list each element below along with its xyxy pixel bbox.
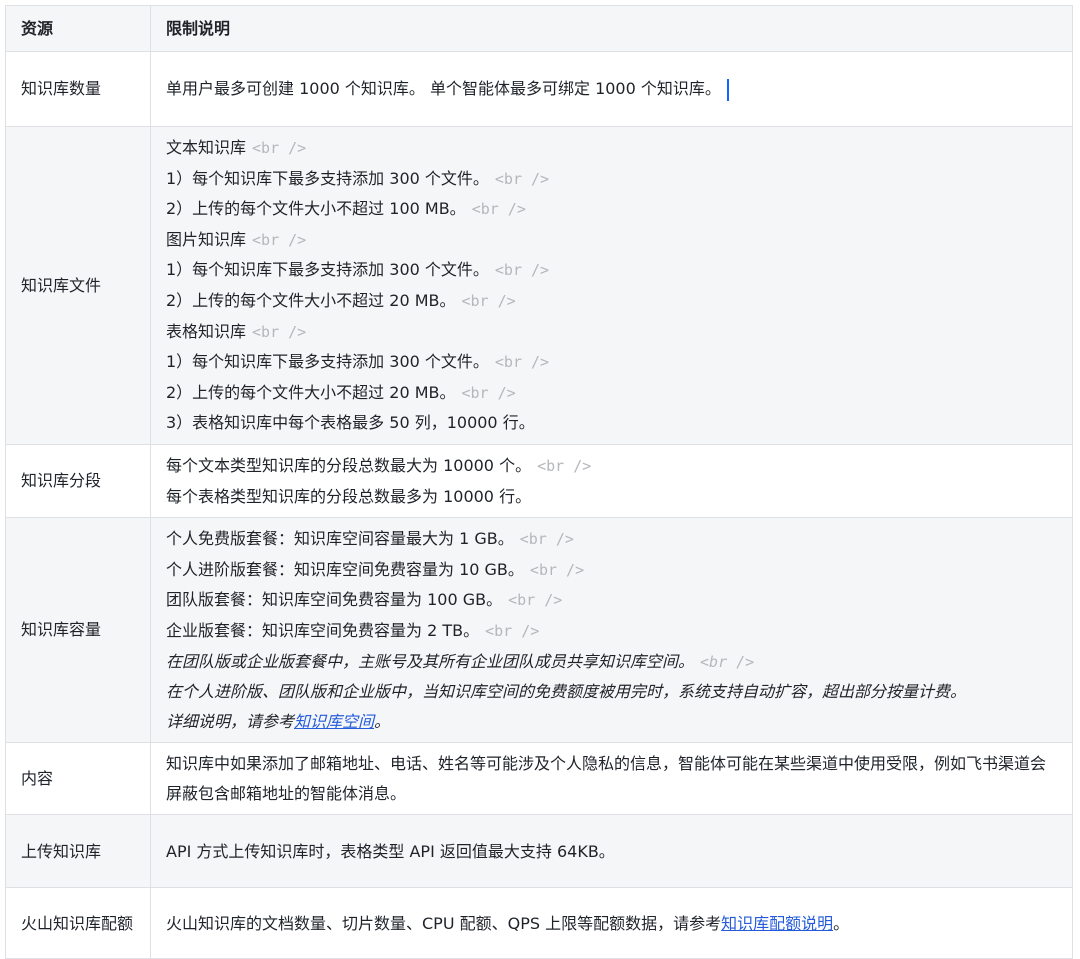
header-resource: 资源 [5,5,151,52]
br-tag: <br /> [471,200,526,219]
limit-description: 每个文本类型知识库的分段总数最大为 10000 个。 <br /> 每个表格类型知… [150,443,1073,519]
description-line: 团队版套餐：知识库空间免费容量为 100 GB。 [166,590,503,610]
description-line: 1）每个知识库下最多支持添加 300 个文件。 [166,260,489,280]
limit-description: 文本知识库 <br /> 1）每个知识库下最多支持添加 300 个文件。 <br /… [150,126,1073,445]
header-limit-description: 限制说明 [150,5,1073,52]
quota-description-link[interactable]: 知识库配额说明 [721,914,833,933]
description-line: 2）上传的每个文件大小不超过 20 MB。 [166,382,456,402]
br-tag: <br /> [700,652,755,671]
br-tag: <br /> [537,456,592,475]
description-line: 个人免费版套餐：知识库空间容量最大为 1 GB。 [166,529,514,549]
limit-description: 知识库中如果添加了邮箱地址、电话、姓名等可能涉及个人隐私的信息，智能体可能在某些… [150,742,1073,816]
br-tag: <br /> [252,139,307,157]
description-line: 单用户最多可创建 1000 个知识库。 单个智能体最多可绑定 1000 个知识库… [166,79,721,99]
table-row: 知识库分段 每个文本类型知识库的分段总数最大为 10000 个。 <br /> 每… [5,443,1073,519]
description-line: 表格知识库 [166,321,247,341]
table-row: 知识库数量 单用户最多可创建 1000 个知识库。 单个智能体最多可绑定 100… [5,51,1073,127]
resource-name: 知识库数量 [5,51,151,127]
limit-description: 单用户最多可创建 1000 个知识库。 单个智能体最多可绑定 1000 个知识库… [150,51,1073,127]
description-line: 个人进阶版套餐：知识库空间免费容量为 10 GB。 [166,559,524,579]
table-row: 上传知识库 API 方式上传知识库时，表格类型 API 返回值最大支持 64KB… [5,814,1073,889]
note-suffix: 。 [374,711,391,731]
resource-name: 知识库文件 [5,126,151,445]
description-line: 1）每个知识库下最多支持添加 300 个文件。 [166,352,489,372]
br-tag: <br /> [485,621,540,640]
description-line: 企业版套餐：知识库空间免费容量为 2 TB。 [166,620,480,640]
resource-name: 知识库容量 [5,517,151,744]
table-row: 知识库容量 个人免费版套餐：知识库空间容量最大为 1 GB。 <br /> 个人进… [5,517,1073,744]
br-tag: <br /> [461,383,516,402]
description-prefix: 火山知识库的文档数量、切片数量、CPU 配额、QPS 上限等配额数据，请参考 [166,913,722,933]
resource-name: 知识库分段 [5,443,151,519]
br-tag: <br /> [494,353,550,372]
limit-description: API 方式上传知识库时，表格类型 API 返回值最大支持 64KB。 [150,814,1073,889]
description-line: API 方式上传知识库时，表格类型 API 返回值最大支持 64KB。 [166,841,615,861]
note-prefix: 详细说明，请参考 [166,711,295,731]
description-line: 2）上传的每个文件大小不超过 100 MB。 [166,199,466,219]
description-line: 知识库中如果添加了邮箱地址、电话、姓名等可能涉及个人隐私的信息，智能体可能在某些… [166,754,1047,803]
limit-description: 个人免费版套餐：知识库空间容量最大为 1 GB。 <br /> 个人进阶版套餐：知… [150,517,1073,744]
limit-description: 火山知识库的文档数量、切片数量、CPU 配额、QPS 上限等配额数据，请参考知识… [150,887,1073,959]
table-header-row: 资源 限制说明 [5,5,1073,52]
description-suffix: 。 [833,913,850,933]
br-tag: <br /> [252,322,307,341]
br-tag: <br /> [519,530,574,549]
resource-name: 内容 [5,742,151,816]
description-line: 在团队版或企业版套餐中，主账号及其所有企业团队成员共享知识库空间。 [166,651,695,671]
table-row: 知识库文件 文本知识库 <br /> 1）每个知识库下最多支持添加 300 个文件… [5,126,1073,445]
br-tag: <br /> [252,230,307,249]
br-tag: <br /> [529,560,585,579]
text-cursor [726,78,729,101]
description-line: 在个人进阶版、团队版和企业版中，当知识库空间的免费额度被用完时，系统支持自动扩容… [166,682,967,702]
table-row: 火山知识库配额 火山知识库的文档数量、切片数量、CPU 配额、QPS 上限等配额… [5,887,1073,959]
limits-table: 资源 限制说明 知识库数量 单用户最多可创建 1000 个知识库。 单个智能体最… [5,5,1073,959]
description-line: 1）每个知识库下最多支持添加 300 个文件。 [166,168,489,188]
description-line: 图片知识库 [166,229,247,249]
description-line: 文本知识库 [166,138,247,157]
knowledge-space-link[interactable]: 知识库空间 [294,712,374,731]
description-line: 每个表格类型知识库的分段总数最多为 10000 行。 [166,486,532,506]
description-line: 每个文本类型知识库的分段总数最大为 10000 个。 [166,455,532,475]
br-tag: <br /> [494,261,550,280]
br-tag: <br /> [508,591,563,610]
description-line: 2）上传的每个文件大小不超过 20 MB。 [166,290,456,310]
br-tag: <br /> [461,291,516,310]
resource-name: 上传知识库 [5,814,151,889]
table-row: 内容 知识库中如果添加了邮箱地址、电话、姓名等可能涉及个人隐私的信息，智能体可能… [5,742,1073,816]
description-line: 3）表格知识库中每个表格最多 50 列，10000 行。 [166,413,535,433]
resource-name: 火山知识库配额 [5,887,151,959]
br-tag: <br /> [494,169,550,188]
